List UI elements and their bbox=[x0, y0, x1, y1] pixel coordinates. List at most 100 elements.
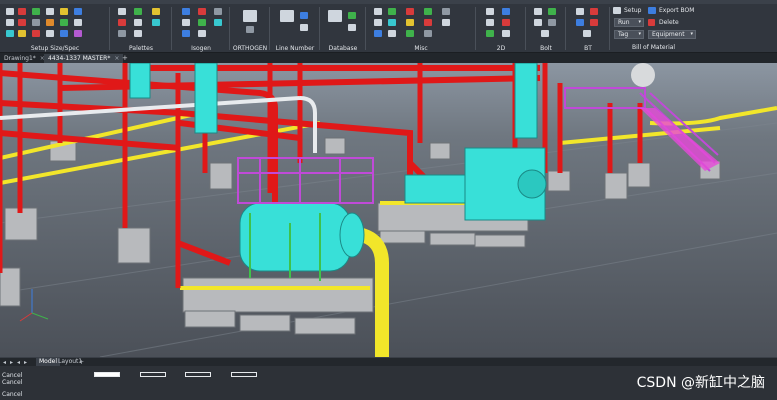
valve-icon[interactable] bbox=[18, 19, 26, 26]
run-dropdown[interactable]: Run ▾ bbox=[614, 18, 644, 27]
line-tag-icon[interactable] bbox=[300, 12, 308, 19]
prev-layout-button[interactable]: ▸ bbox=[10, 359, 13, 366]
first-layout-button[interactable]: ◂ bbox=[3, 359, 6, 366]
2d-rect-icon[interactable] bbox=[486, 19, 494, 26]
db-sync-icon[interactable] bbox=[348, 12, 356, 19]
close-icon[interactable]: × bbox=[114, 55, 119, 62]
insulation-icon[interactable] bbox=[32, 30, 40, 37]
palette-flanges-icon[interactable] bbox=[134, 19, 142, 26]
equipment-dropdown[interactable]: Equipment ▾ bbox=[648, 30, 696, 39]
ribbon-group-bt: BT bbox=[566, 4, 610, 53]
database-icon[interactable] bbox=[328, 10, 342, 22]
support-icon[interactable] bbox=[6, 30, 14, 37]
bolt-set-icon[interactable] bbox=[548, 8, 556, 15]
misc-10-icon[interactable] bbox=[442, 19, 450, 26]
ortho-view-icon[interactable] bbox=[243, 10, 257, 22]
pipe-icon[interactable] bbox=[32, 8, 40, 15]
bolt-edit-icon[interactable] bbox=[548, 19, 556, 26]
group-label: Isogen bbox=[191, 45, 211, 52]
misc-7-icon[interactable] bbox=[388, 19, 396, 26]
bom-setup-button[interactable]: Setup bbox=[624, 7, 641, 14]
iso-record-icon[interactable] bbox=[198, 8, 206, 15]
line-list-icon[interactable] bbox=[300, 24, 308, 31]
2d-text-icon[interactable] bbox=[486, 30, 494, 37]
add-layout-button[interactable]: + bbox=[79, 359, 84, 366]
misc-13-icon[interactable] bbox=[406, 30, 414, 37]
db-table-icon[interactable] bbox=[348, 24, 356, 31]
bolt-report-icon[interactable] bbox=[541, 30, 549, 37]
status-toggle-1[interactable] bbox=[94, 372, 120, 377]
2d-arc-icon[interactable] bbox=[502, 8, 510, 15]
iso-export-icon[interactable] bbox=[214, 19, 222, 26]
tab-master[interactable]: 4434-1337 MASTER* × bbox=[44, 54, 124, 63]
misc-11-icon[interactable] bbox=[374, 30, 382, 37]
iso-run-icon[interactable] bbox=[198, 19, 206, 26]
bom-delete-button[interactable]: Delete bbox=[659, 19, 679, 26]
union-icon[interactable] bbox=[74, 19, 82, 26]
palette-warning-icon[interactable] bbox=[152, 8, 160, 15]
misc-1-icon[interactable] bbox=[374, 8, 382, 15]
spec-icon[interactable] bbox=[18, 8, 26, 15]
palette-piping-icon[interactable] bbox=[118, 8, 126, 15]
delete-icon[interactable] bbox=[648, 19, 655, 26]
bt-3-icon[interactable] bbox=[576, 19, 584, 26]
gasket-icon[interactable] bbox=[32, 19, 40, 26]
export-bom-button[interactable]: Export BOM bbox=[659, 7, 694, 14]
next-layout-button[interactable]: ◂ bbox=[17, 359, 20, 366]
connect-icon[interactable] bbox=[74, 30, 82, 37]
iso-settings-icon[interactable] bbox=[214, 8, 222, 15]
palette-valves-icon[interactable] bbox=[118, 19, 126, 26]
status-toggle-3[interactable] bbox=[185, 372, 211, 377]
elbow-icon[interactable] bbox=[46, 8, 54, 15]
misc-9-icon[interactable] bbox=[424, 19, 432, 26]
bolt-list-icon[interactable] bbox=[534, 19, 542, 26]
misc-6-icon[interactable] bbox=[374, 19, 382, 26]
iso-create-icon[interactable] bbox=[182, 8, 190, 15]
2d-line-icon[interactable] bbox=[486, 8, 494, 15]
export-bom-icon[interactable] bbox=[648, 7, 656, 14]
tee-icon[interactable] bbox=[60, 8, 68, 15]
size-icon[interactable] bbox=[6, 8, 14, 15]
bom-setup-icon[interactable] bbox=[613, 7, 621, 14]
misc-12-icon[interactable] bbox=[388, 30, 396, 37]
misc-5-icon[interactable] bbox=[442, 8, 450, 15]
line-number-icon[interactable] bbox=[280, 10, 294, 22]
new-tab-button[interactable]: + bbox=[122, 54, 128, 63]
2d-dim-icon[interactable] bbox=[502, 30, 510, 37]
palette-supports-icon[interactable] bbox=[118, 30, 126, 37]
misc-3-icon[interactable] bbox=[406, 8, 414, 15]
bt-5-icon[interactable] bbox=[583, 30, 591, 37]
iso-view-icon[interactable] bbox=[182, 19, 190, 26]
tag-dropdown[interactable]: Tag ▾ bbox=[614, 30, 644, 39]
model-viewport[interactable] bbox=[0, 63, 777, 357]
palette-steel-icon[interactable] bbox=[152, 19, 160, 26]
coupling-icon[interactable] bbox=[60, 19, 68, 26]
ortho-edit-icon[interactable] bbox=[246, 26, 254, 33]
2d-circle-icon[interactable] bbox=[502, 19, 510, 26]
weld-icon[interactable] bbox=[18, 30, 26, 37]
route-icon[interactable] bbox=[46, 30, 54, 37]
misc-4-icon[interactable] bbox=[424, 8, 432, 15]
bolt-add-icon[interactable] bbox=[534, 8, 542, 15]
misc-2-icon[interactable] bbox=[388, 8, 396, 15]
iso-list-icon[interactable] bbox=[198, 30, 206, 37]
command-prompt-line: Cancel bbox=[2, 391, 23, 398]
tab-drawing1[interactable]: Drawing1* × bbox=[0, 54, 49, 63]
misc-14-icon[interactable] bbox=[424, 30, 432, 37]
cap-icon[interactable] bbox=[46, 19, 54, 26]
status-toggle-2[interactable] bbox=[140, 372, 166, 377]
chevron-down-icon: ▾ bbox=[638, 31, 641, 37]
status-toggle-4[interactable] bbox=[231, 372, 257, 377]
palette-fittings-icon[interactable] bbox=[134, 8, 142, 15]
bt-2-icon[interactable] bbox=[590, 8, 598, 15]
bt-1-icon[interactable] bbox=[576, 8, 584, 15]
bt-4-icon[interactable] bbox=[590, 19, 598, 26]
misc-8-icon[interactable] bbox=[406, 19, 414, 26]
flange-icon[interactable] bbox=[6, 19, 14, 26]
palette-misc-icon[interactable] bbox=[134, 30, 142, 37]
ribbon-group-palettes: Palettes bbox=[110, 4, 172, 53]
reducer-icon[interactable] bbox=[74, 8, 82, 15]
iso-style-icon[interactable] bbox=[182, 30, 190, 37]
last-layout-button[interactable]: ▸ bbox=[24, 359, 27, 366]
slope-icon[interactable] bbox=[60, 30, 68, 37]
